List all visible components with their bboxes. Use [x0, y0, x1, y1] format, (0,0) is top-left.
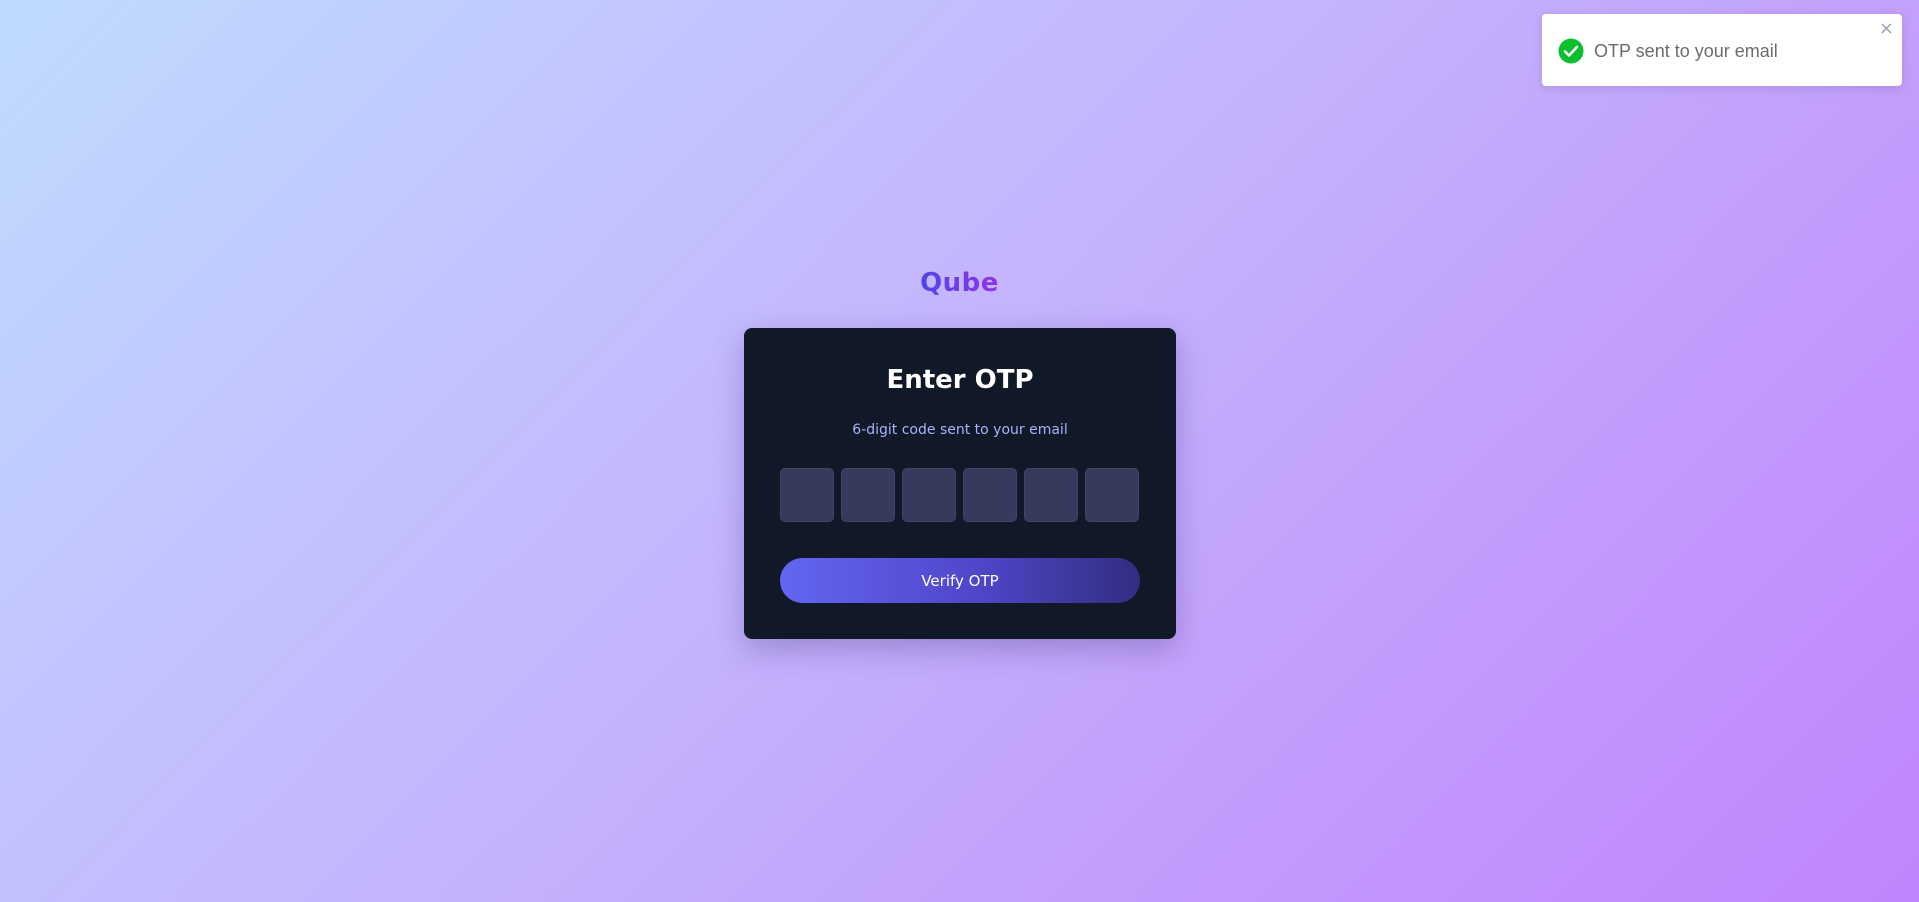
otp-digit-1[interactable]: [780, 468, 834, 522]
toast-message: OTP sent to your email: [1594, 41, 1778, 61]
toast-notification: OTP sent to your email ×: [1542, 14, 1902, 86]
close-icon[interactable]: ×: [1879, 18, 1894, 40]
check-circle-icon: [1558, 38, 1584, 64]
otp-digit-6[interactable]: [1085, 468, 1139, 522]
otp-digit-3[interactable]: [902, 468, 956, 522]
verify-otp-button[interactable]: Verify OTP: [780, 558, 1140, 603]
otp-input-group: [780, 468, 1139, 522]
otp-digit-4[interactable]: [963, 468, 1017, 522]
otp-digit-5[interactable]: [1024, 468, 1078, 522]
otp-card: Enter OTP 6-digit code sent to your emai…: [744, 328, 1176, 639]
brand-logo: Qube: [0, 265, 1919, 301]
otp-digit-2[interactable]: [841, 468, 895, 522]
page-title: Enter OTP: [886, 365, 1034, 395]
otp-instructions: 6-digit code sent to your email: [852, 422, 1068, 438]
brand-name: Qube: [920, 268, 999, 298]
